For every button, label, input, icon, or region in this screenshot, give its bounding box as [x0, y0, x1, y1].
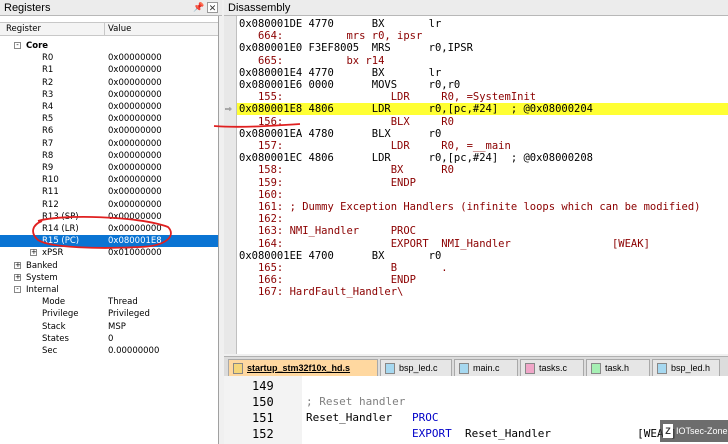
- watermark-text: IOTsec-Zone: [676, 426, 728, 436]
- annotation-underline: [213, 123, 301, 128]
- watermark: Z IOTsec-Zone: [660, 420, 728, 442]
- annotation-pc-circle: [32, 216, 172, 249]
- annotation-overlay: [32, 123, 301, 249]
- watermark-logo-icon: Z: [663, 424, 673, 438]
